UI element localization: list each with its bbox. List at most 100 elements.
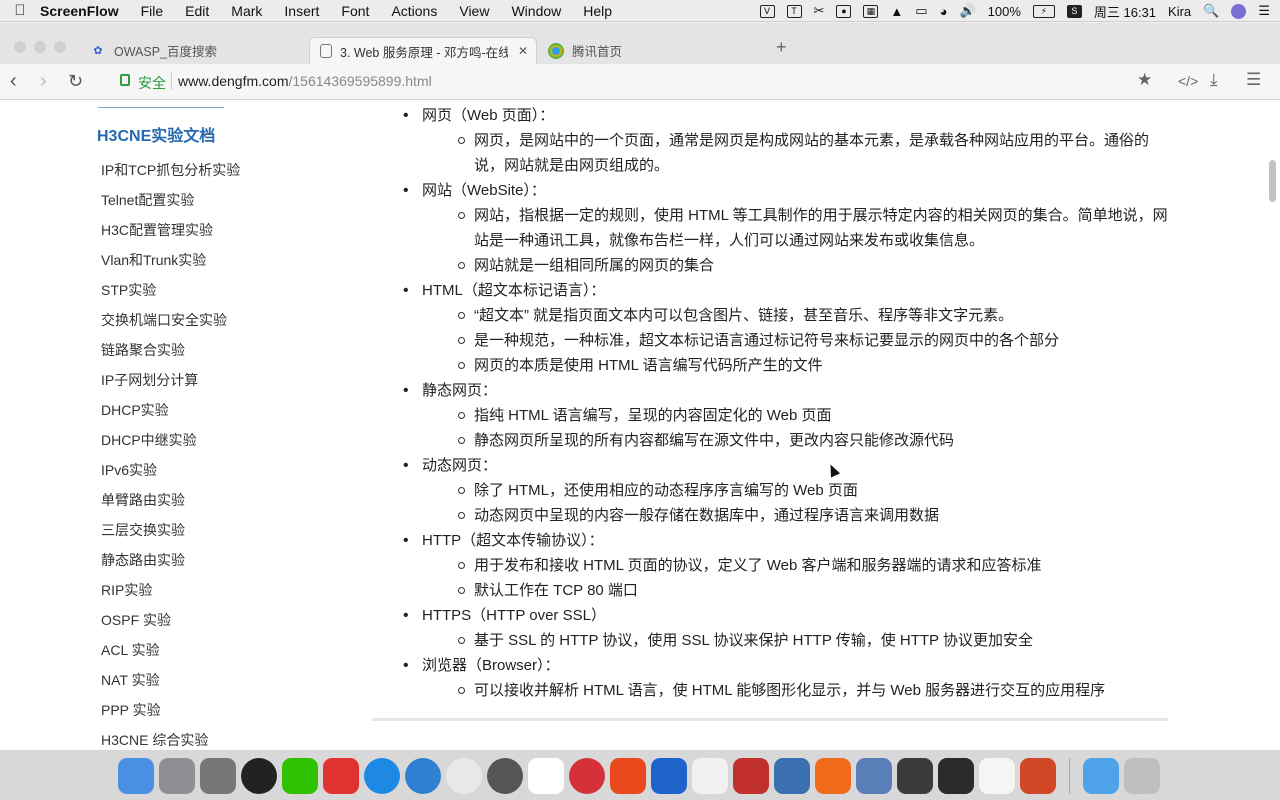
tab-close-icon[interactable]: ✕ (518, 44, 528, 58)
scissors-icon[interactable]: ✂ (814, 3, 825, 19)
launchpad-icon[interactable] (159, 758, 195, 794)
app-cube-icon[interactable] (774, 758, 810, 794)
sidebar-link[interactable]: STP实验 (101, 279, 240, 309)
app-fin-icon[interactable] (651, 758, 687, 794)
section-heading: 网站（WebSite）： (400, 178, 1180, 203)
sidebar-link[interactable]: IPv6实验 (101, 459, 240, 489)
menu-actions[interactable]: Actions (391, 3, 437, 19)
sidebar-link[interactable]: ACL 实验 (101, 639, 240, 669)
spotlight-search-icon[interactable]: 🔍 (1203, 3, 1219, 19)
content-section: HTTP（超文本传输协议）：用于发布和接收 HTML 页面的协议，定义了 Web… (400, 528, 1180, 603)
reload-icon[interactable]: ↻ (68, 71, 83, 92)
sidebar-link[interactable]: 链路聚合实验 (101, 339, 240, 369)
menu-insert[interactable]: Insert (284, 3, 319, 19)
section-item: 静态网页所呈现的所有内容都编写在源文件中，更改内容只能修改源代码 (458, 428, 1180, 453)
clock[interactable]: 周三 16:31 (1094, 2, 1156, 21)
sidebar-link[interactable]: NAT 实验 (101, 669, 240, 699)
sidebar-link[interactable]: H3C配置管理实验 (101, 219, 240, 249)
vs-icon[interactable] (692, 758, 728, 794)
download-icon[interactable]: ⤓ (1210, 70, 1218, 90)
menu-file[interactable]: File (141, 3, 164, 19)
sublime-icon[interactable] (897, 758, 933, 794)
app-menu-screenflow[interactable]: ScreenFlow (40, 3, 119, 19)
downloads-folder-icon[interactable] (1083, 758, 1119, 794)
menu-view[interactable]: View (459, 3, 489, 19)
sidebar-link[interactable]: 单臂路由实验 (101, 489, 240, 519)
sidebar-link[interactable]: IP和TCP抓包分析实验 (101, 159, 240, 189)
chrome-icon[interactable] (446, 758, 482, 794)
user-name[interactable]: Kira (1168, 4, 1191, 19)
wechat-icon[interactable] (282, 758, 318, 794)
sidebar-link[interactable]: 交换机端口安全实验 (101, 309, 240, 339)
sidebar-link[interactable]: 静态路由实验 (101, 549, 240, 579)
section-heading: HTTPS（HTTP over SSL） (400, 603, 1180, 628)
screen-record-icon[interactable]: ● (836, 4, 852, 18)
s-app-status-icon[interactable]: S (1066, 4, 1082, 18)
sidebar-link[interactable]: RIP实验 (101, 579, 240, 609)
battery-icon[interactable]: ⚡ (1032, 4, 1055, 18)
window-zoom-button[interactable] (54, 41, 66, 53)
bookmark-star-icon[interactable]: ★ (1137, 70, 1152, 90)
tab-web-service-principle[interactable]: 3. Web 服务原理 - 邓方鸣-在线 ✕ (309, 37, 537, 64)
secure-label[interactable]: 安全 (138, 73, 166, 93)
qq-icon[interactable] (241, 758, 277, 794)
finder-icon[interactable] (118, 758, 154, 794)
volume-icon[interactable]: 🔊 (959, 3, 975, 19)
window-minimize-button[interactable] (34, 41, 46, 53)
parallels-icon[interactable] (733, 758, 769, 794)
app-flower-icon[interactable] (979, 758, 1015, 794)
section-item: 网站就是一组相同所属的网页的集合 (458, 253, 1180, 278)
dev-tools-icon[interactable]: </> (1178, 73, 1198, 89)
tab-tencent-home[interactable]: 腾讯首页 (546, 37, 766, 64)
siri-icon[interactable] (1231, 3, 1247, 19)
section-item: 网页的本质是使用 HTML 语言编写代码所产生的文件 (458, 353, 1180, 378)
wifi-icon[interactable]: ◕ (940, 4, 948, 19)
drive-icon[interactable]: ▲ (890, 4, 903, 19)
sidebar-title[interactable]: H3CNE实验文档 (97, 122, 215, 146)
section-items: “超文本” 就是指页面文本内可以包含图片、链接，甚至音乐、程序等非文字元素。 是一… (400, 303, 1180, 378)
app-blue-round-icon[interactable] (405, 758, 441, 794)
davinci-icon[interactable] (487, 758, 523, 794)
sidebar-link[interactable]: Vlan和Trunk实验 (101, 249, 240, 279)
system-preferences-icon[interactable] (200, 758, 236, 794)
app-red-round-icon[interactable] (569, 758, 605, 794)
app-slash-icon[interactable] (815, 758, 851, 794)
window-close-button[interactable] (14, 41, 26, 53)
menu-font[interactable]: Font (341, 3, 369, 19)
app-v-icon[interactable] (610, 758, 646, 794)
url-field[interactable]: www.dengfm.com/15614369595899.html (178, 73, 432, 89)
sidebar-link[interactable]: DHCP中继实验 (101, 429, 240, 459)
back-arrow-icon[interactable]: ‹ (10, 70, 17, 93)
sidebar-link[interactable]: OSPF 实验 (101, 609, 240, 639)
vs-status-icon[interactable]: V (759, 4, 775, 18)
menu-hamburger-icon[interactable]: ☰ (1246, 70, 1261, 90)
sidebar-list: IP和TCP抓包分析实验 Telnet配置实验 H3C配置管理实验 Vlan和Trun… (101, 159, 240, 750)
forward-arrow-icon[interactable]: › (40, 70, 47, 93)
text-status-icon[interactable]: T (786, 4, 802, 18)
preview-icon[interactable] (856, 758, 892, 794)
sidebar-link[interactable]: DHCP实验 (101, 399, 240, 429)
menu-mark[interactable]: Mark (231, 3, 262, 19)
app-red-icon[interactable] (323, 758, 359, 794)
notification-center-icon[interactable]: ☰ (1258, 3, 1270, 19)
sidebar-link[interactable]: PPP 实验 (101, 699, 240, 729)
page-scrollbar[interactable] (1269, 160, 1276, 202)
apple-icon[interactable]:  (0, 2, 40, 19)
new-tab-plus-icon[interactable]: + (776, 37, 787, 58)
powerpoint-icon[interactable] (1020, 758, 1056, 794)
menu-window[interactable]: Window (511, 3, 561, 19)
sidebar-link[interactable]: H3CNE 综合实验 (101, 729, 240, 750)
sidebar-link[interactable]: Telnet配置实验 (101, 189, 240, 219)
tencent-icon (548, 42, 564, 59)
sidebar-link[interactable]: 三层交换实验 (101, 519, 240, 549)
calendar-status-icon[interactable]: ▦ (863, 4, 879, 18)
menu-edit[interactable]: Edit (185, 3, 209, 19)
app-cloud-icon[interactable] (528, 758, 564, 794)
airplay-icon[interactable]: ▭ (915, 3, 927, 19)
tab-owasp-search[interactable]: ✿ OWASP_百度搜索 (86, 37, 306, 64)
trash-icon[interactable] (1124, 758, 1160, 794)
sidebar-link[interactable]: IP子网划分计算 (101, 369, 240, 399)
safari-icon[interactable] (364, 758, 400, 794)
menu-help[interactable]: Help (583, 3, 612, 19)
terminal-icon[interactable] (938, 758, 974, 794)
